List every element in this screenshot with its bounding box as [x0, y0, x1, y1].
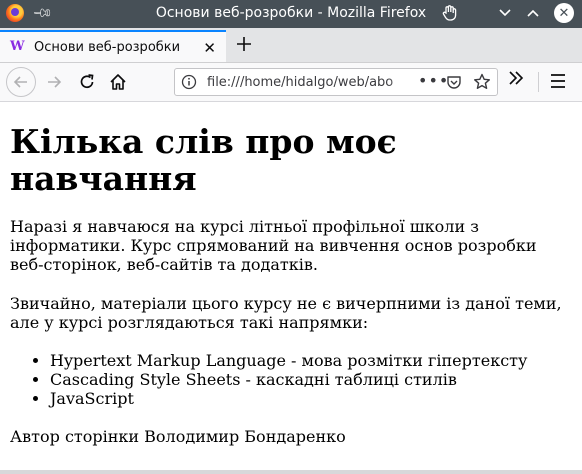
bookmark-star-icon[interactable]: [473, 73, 491, 91]
url-fade: [387, 71, 417, 93]
url-text[interactable]: file:///home/hidalgo/web/abo: [207, 75, 415, 90]
reload-icon[interactable]: [73, 68, 101, 96]
paragraph-intro: Наразі я навчаюся на курсі літньої профі…: [10, 217, 537, 274]
navigation-toolbar: file:///home/hidalgo/web/abo •••: [0, 63, 582, 102]
page-actions-icon[interactable]: •••: [418, 71, 449, 90]
url-bar[interactable]: file:///home/hidalgo/web/abo •••: [174, 68, 498, 96]
page-body: Кілька слів про моє навчання Наразі я на…: [0, 123, 582, 446]
toolbar-separator: [538, 72, 539, 92]
site-info-icon[interactable]: [181, 74, 197, 90]
pin-icon[interactable]: 📌︎: [31, 2, 53, 24]
tab-strip: W Основи веб-розробки ✕: [0, 28, 582, 63]
hand-cursor-icon: [442, 5, 457, 21]
window-title: Основи веб-розробки - Mozilla Firefox: [155, 5, 427, 21]
titlebar-left: 📌︎: [6, 2, 53, 24]
tab-active[interactable]: W Основи веб-розробки ✕: [0, 30, 226, 62]
pocket-icon[interactable]: [446, 74, 462, 90]
tab-close-icon[interactable]: ✕: [203, 39, 216, 57]
hamburger-menu-icon[interactable]: [549, 73, 567, 89]
page-favicon-icon: W: [10, 39, 25, 54]
topics-list: Hypertext Markup Language - мова розмітк…: [10, 351, 572, 408]
window-close-icon[interactable]: ✕: [554, 3, 574, 23]
back-arrow-icon[interactable]: [6, 67, 36, 97]
toolbar-overflow-icon[interactable]: [508, 69, 524, 90]
page-heading: Кілька слів про моє навчання: [10, 122, 397, 198]
author-line: Автор сторінки Володимир Бондаренко: [10, 427, 346, 446]
maximize-chevron-up-icon[interactable]: [526, 3, 540, 23]
list-item: JavaScript: [50, 389, 572, 408]
window-bottom-edge: [0, 470, 582, 474]
list-item: Hypertext Markup Language - мова розмітк…: [50, 351, 572, 370]
page-content: Кілька слів про моє навчання Наразі я на…: [0, 102, 582, 474]
list-item: Cascading Style Sheets - каскадні таблиц…: [50, 370, 572, 389]
new-tab-plus-icon[interactable]: [232, 32, 256, 56]
forward-arrow-icon[interactable]: [40, 68, 68, 96]
paragraph-topics: Звичайно, матеріали цього курсу не є вич…: [10, 294, 562, 332]
window-controls: ✕: [498, 3, 574, 23]
window-titlebar: 📌︎ Основи веб-розробки - Mozilla Firefox…: [0, 0, 582, 28]
home-icon[interactable]: [104, 68, 132, 96]
tab-title: Основи веб-розробки: [34, 39, 181, 55]
minimize-chevron-down-icon[interactable]: [498, 3, 512, 23]
firefox-logo-icon[interactable]: [6, 4, 24, 22]
